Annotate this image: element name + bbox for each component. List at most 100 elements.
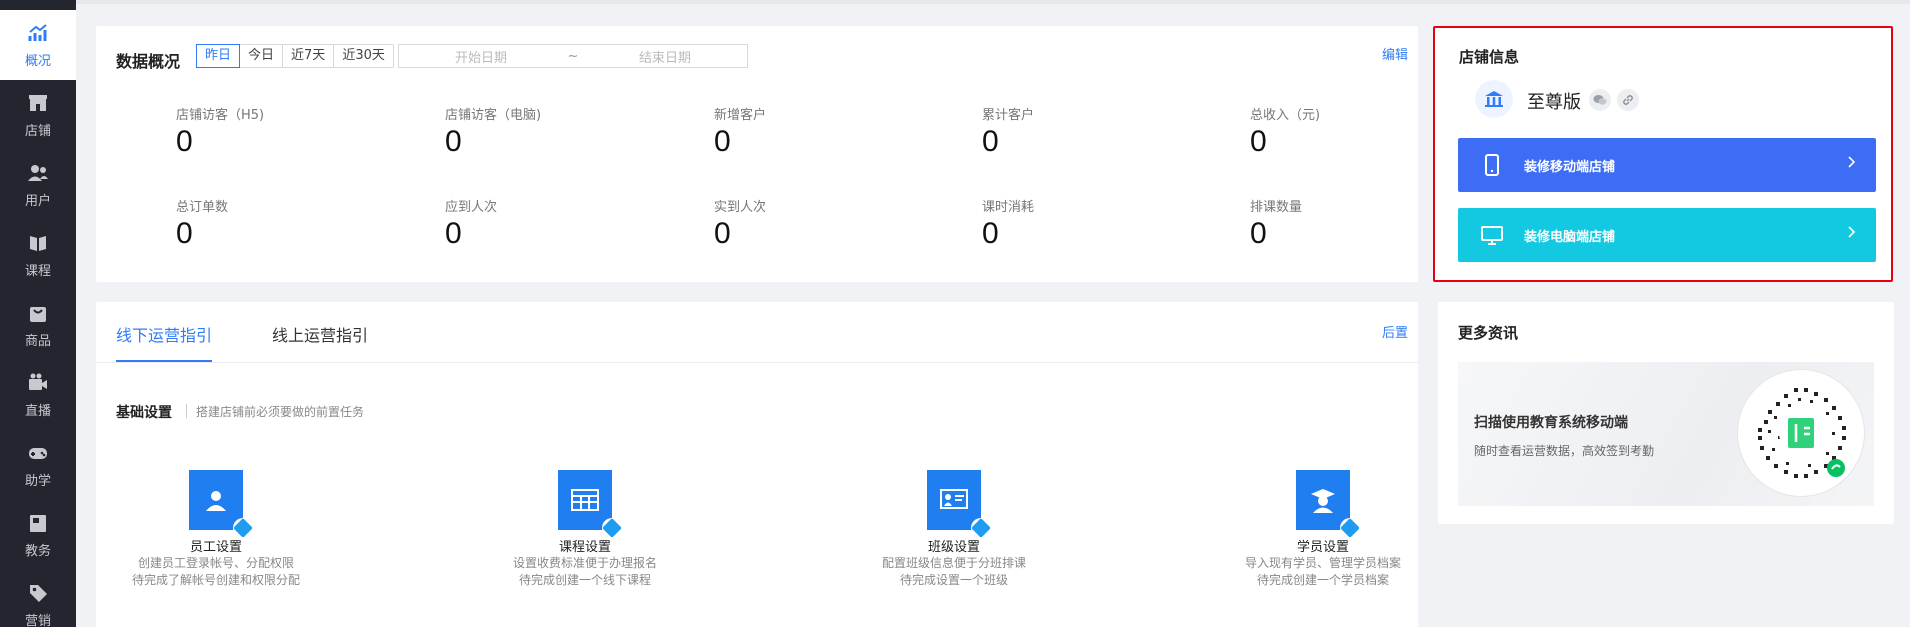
task-desc: 设置收费标准便于办理报名 [512, 556, 657, 570]
task-status: 待完成创建一个线下课程 [518, 573, 651, 587]
operations-guide-card: 线下运营指引 线上运营指引 后置 基础设置 搭建店铺前必须要做的前置任务 员工设… [96, 302, 1418, 627]
metric-value: 0 [714, 125, 731, 158]
task-course-settings[interactable]: 课程设置 设置收费标准便于办理报名 待完成创建一个线下课程 [465, 470, 705, 589]
gamepad-icon [29, 447, 47, 459]
phone-icon [1485, 154, 1499, 176]
start-date-input[interactable]: 开始日期 [399, 47, 563, 66]
task-title: 班级设置 [927, 540, 980, 555]
graduate-icon [1296, 470, 1360, 538]
task-title: 学员设置 [1296, 540, 1349, 555]
metric-lesson-consumption: 课时消耗 0 [982, 196, 1202, 251]
metric-label: 实到人次 [714, 200, 767, 215]
metric-label: 店铺访客（电脑) [445, 108, 542, 123]
sidebar-item-shop[interactable]: 店铺 [0, 80, 76, 150]
title-divider [186, 404, 187, 418]
metric-label: 总订单数 [176, 200, 229, 215]
sidebar-item-label: 课程 [24, 263, 51, 279]
metric-value: 0 [176, 125, 193, 158]
wechat-icon[interactable] [1589, 89, 1611, 111]
sidebar-item-label: 助学 [24, 473, 51, 489]
metric-pc-visitors: 店铺访客（电脑) 0 [445, 104, 665, 159]
date-range-picker[interactable]: 开始日期 ~ 结束日期 [398, 44, 748, 68]
sidebar-item-label: 店铺 [24, 123, 51, 139]
metric-value: 0 [176, 217, 193, 250]
sidebar-item-overview[interactable]: 概况 [0, 10, 76, 80]
tab-online-guide[interactable]: 线上运营指引 [272, 322, 368, 346]
gear-badge-icon [1340, 518, 1360, 538]
shop-icon [29, 94, 47, 111]
range-7-days[interactable]: 近7天 [283, 45, 335, 67]
sidebar-item-label: 直播 [24, 403, 51, 419]
task-desc: 配置班级信息便于分班排课 [881, 556, 1026, 570]
store-info-card: 店铺信息 至尊版 装修移动端店铺 装修电脑端店铺 [1433, 26, 1893, 282]
metric-value: 0 [445, 217, 462, 250]
sidebar: 概况 店铺 用户 课程 商品 直播 助学 教务 营销 [0, 0, 76, 627]
more-news-card: 更多资讯 扫描使用教育系统移动端 随时查看运营数据，高效签到考勤 [1438, 302, 1894, 524]
task-class-settings[interactable]: 班级设置 配置班级信息便于分班排课 待完成设置一个班级 [834, 470, 1074, 589]
metric-label: 应到人次 [445, 200, 498, 215]
calendar-book-icon [30, 514, 46, 532]
task-student-settings[interactable]: 学员设置 导入现有学员、管理学员档案 待完成创建一个学员档案 [1203, 470, 1443, 589]
overview-title: 数据概况 [116, 52, 181, 71]
metric-actual-attendance: 实到人次 0 [714, 196, 934, 251]
sidebar-item-live[interactable]: 直播 [0, 360, 76, 430]
gear-badge-icon [971, 518, 991, 538]
metric-total-customers: 累计客户 0 [982, 104, 1202, 159]
chevron-right-icon [1848, 226, 1856, 238]
sidebar-item-academic[interactable]: 教务 [0, 500, 76, 570]
decorate-pc-label: 装修电脑端店铺 [1524, 229, 1616, 245]
bag-icon [30, 306, 46, 322]
sidebar-item-users[interactable]: 用户 [0, 150, 76, 220]
metric-value: 0 [982, 125, 999, 158]
mobile-app-banner[interactable]: 扫描使用教育系统移动端 随时查看运营数据，高效签到考勤 [1458, 362, 1874, 506]
task-staff-settings[interactable]: 员工设置 创建员工登录帐号、分配权限 待完成了解帐号创建和权限分配 [96, 470, 336, 589]
metric-label: 课时消耗 [982, 200, 1035, 215]
monitor-icon [1481, 226, 1503, 245]
decorate-pc-store-button[interactable]: 装修电脑端店铺 [1458, 208, 1876, 262]
sidebar-item-label: 用户 [24, 193, 51, 209]
metric-value: 0 [445, 125, 462, 158]
users-icon [28, 164, 48, 181]
store-edition-name: 至尊版 [1527, 92, 1581, 113]
range-30-days[interactable]: 近30天 [334, 45, 393, 67]
date-separator: ~ [567, 48, 579, 64]
task-status: 待完成设置一个班级 [899, 573, 1008, 587]
store-bank-icon [1475, 80, 1513, 118]
metric-new-customers: 新增客户 0 [714, 104, 934, 159]
sidebar-item-study-aid[interactable]: 助学 [0, 430, 76, 500]
metric-h5-visitors: 店铺访客（H5) 0 [176, 104, 396, 159]
decorate-mobile-store-button[interactable]: 装修移动端店铺 [1458, 138, 1876, 192]
gear-badge-icon [233, 518, 253, 538]
video-camera-icon [29, 373, 47, 390]
metric-label: 新增客户 [714, 108, 767, 123]
task-desc: 创建员工登录帐号、分配权限 [137, 556, 294, 570]
task-status: 待完成创建一个学员档案 [1256, 573, 1389, 587]
end-date-input[interactable]: 结束日期 [583, 47, 747, 66]
sidebar-item-label: 商品 [24, 333, 51, 349]
tag-icon [30, 584, 47, 602]
tab-offline-guide[interactable]: 线下运营指引 [116, 322, 212, 346]
collapse-link[interactable]: 后置 [1382, 322, 1408, 341]
metric-label: 店铺访客（H5) [176, 108, 265, 123]
store-info-title: 店铺信息 [1459, 48, 1520, 66]
course-grid-icon [558, 470, 622, 538]
range-today[interactable]: 今日 [240, 45, 284, 67]
link-icon[interactable] [1617, 89, 1639, 111]
trend-chart-icon [28, 23, 47, 41]
sidebar-item-marketing[interactable]: 营销 [0, 570, 76, 627]
metric-value: 0 [982, 217, 999, 250]
sidebar-item-course[interactable]: 课程 [0, 220, 76, 290]
metric-expected-attendance: 应到人次 0 [445, 196, 665, 251]
metric-total-orders: 总订单数 0 [176, 196, 396, 251]
basic-settings-title: 基础设置 [116, 405, 172, 421]
edit-link[interactable]: 编辑 [1382, 44, 1408, 63]
sidebar-item-label: 营销 [24, 613, 51, 627]
basic-settings-desc: 搭建店铺前必须要做的前置任务 [196, 405, 365, 419]
sidebar-item-goods[interactable]: 商品 [0, 290, 76, 360]
range-yesterday[interactable]: 昨日 [196, 44, 241, 68]
banner-desc: 随时查看运营数据，高效签到考勤 [1474, 444, 1655, 458]
more-news-title: 更多资讯 [1458, 324, 1519, 342]
top-strip [76, 0, 1910, 4]
sidebar-item-label: 教务 [24, 543, 51, 559]
data-overview-card: 数据概况 昨日 今日 近7天 近30天 开始日期 ~ 结束日期 编辑 店铺访客（… [96, 26, 1418, 282]
